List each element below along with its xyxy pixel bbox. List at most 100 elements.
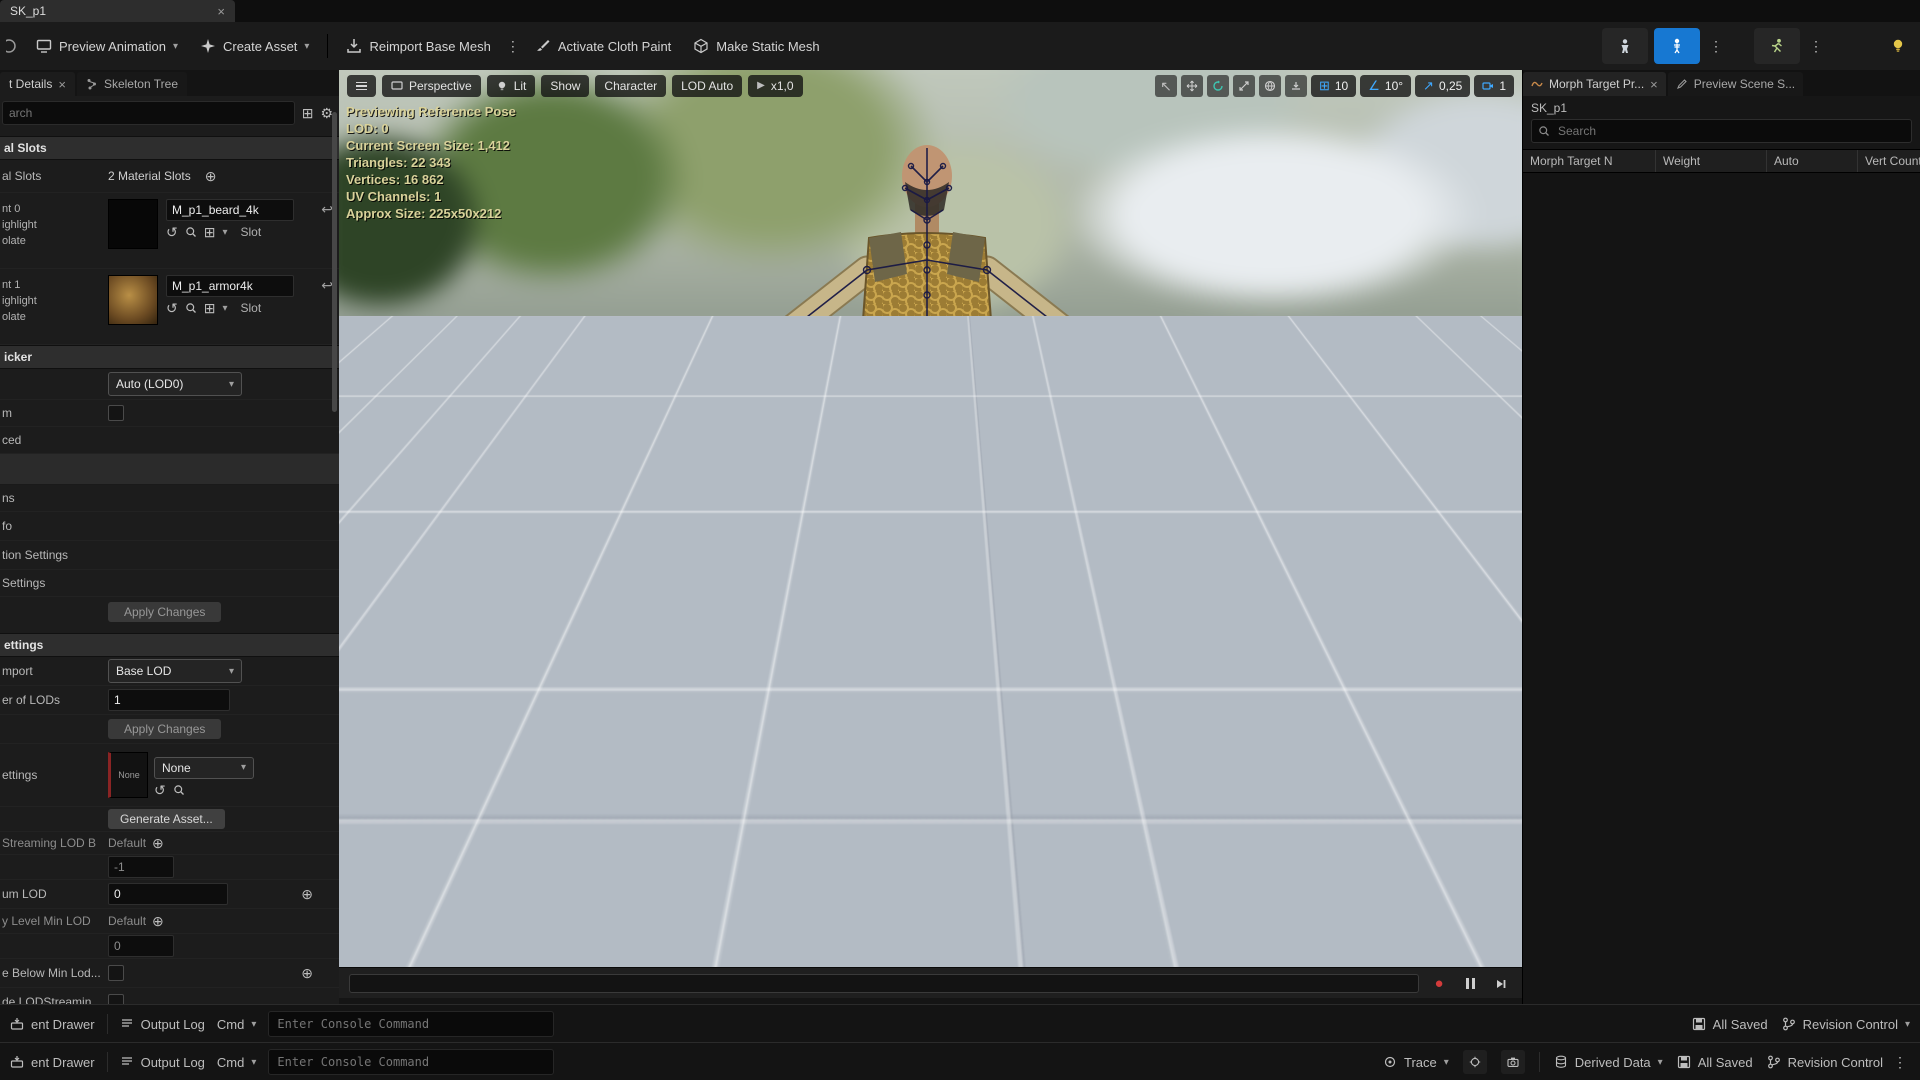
revision-kebab-icon[interactable]: ⋮ — [1890, 1054, 1910, 1071]
reimport-base-mesh-button[interactable]: Reimport Base Mesh — [336, 29, 500, 63]
add-material-slot-icon[interactable]: ⊕ — [205, 169, 217, 183]
use-selected-icon[interactable]: ↺ — [166, 225, 178, 239]
morph-table-body[interactable] — [1523, 173, 1920, 1004]
browse-icon[interactable] — [185, 302, 197, 314]
column-auto[interactable]: Auto — [1767, 150, 1858, 172]
tab-close-icon[interactable]: × — [58, 77, 66, 92]
below-min-lod-checkbox[interactable] — [108, 965, 124, 981]
perspective-button[interactable]: Perspective — [382, 75, 481, 97]
section-material-slots[interactable]: al Slots — [0, 136, 339, 160]
step-forward-button[interactable] — [1490, 973, 1512, 995]
lod-auto-button[interactable]: LOD Auto — [672, 75, 743, 97]
surface-snap-icon[interactable] — [1284, 75, 1307, 97]
mannequin-mode-button[interactable] — [1602, 28, 1648, 64]
move-tool-icon[interactable] — [1180, 75, 1203, 97]
character-button[interactable]: Character — [595, 75, 667, 97]
content-drawer-button[interactable]: ent Drawer — [10, 1017, 95, 1032]
tab-asset-details[interactable]: t Details × — [0, 72, 75, 96]
chevron-down-icon[interactable]: ▾ — [222, 227, 227, 238]
make-static-mesh-button[interactable]: Make Static Mesh — [683, 29, 829, 63]
morph-search-box[interactable] — [1531, 119, 1912, 143]
scale-tool-icon[interactable] — [1232, 75, 1255, 97]
use-selected-icon[interactable]: ↺ — [166, 301, 178, 315]
console-command-input[interactable] — [268, 1049, 555, 1075]
tab-morph-target-preview[interactable]: Morph Target Pr... × — [1523, 72, 1666, 96]
target-tool-button[interactable] — [1462, 1050, 1487, 1074]
material-name-field[interactable] — [166, 199, 294, 221]
display-grid-icon[interactable]: ⊞ — [302, 106, 314, 120]
trace-button[interactable]: Trace ▾ — [1383, 1055, 1449, 1070]
scale-snap-control[interactable]: ↗ 0,25 — [1415, 75, 1471, 97]
use-selected-icon[interactable]: ↺ — [154, 783, 166, 797]
preview-viewport[interactable]: Perspective Lit Show Character LOD Auto … — [339, 70, 1522, 1004]
rotation-snap-control[interactable]: ∠ 10° — [1360, 75, 1412, 97]
lod-import-dropdown[interactable]: Base LOD ▾ — [108, 659, 242, 683]
pause-button[interactable] — [1459, 973, 1481, 995]
cmd-selector[interactable]: Cmd ▾ — [217, 1055, 256, 1070]
grid-snap-control[interactable]: ⊞ 10 — [1310, 75, 1357, 97]
browse-icon[interactable] — [173, 784, 185, 796]
streaming-lod-bias-input[interactable] — [108, 856, 174, 878]
tab-close-icon[interactable]: × — [1650, 77, 1658, 92]
tab-preview-scene-settings[interactable]: Preview Scene S... — [1667, 72, 1804, 96]
lod-picker-dropdown[interactable]: Auto (LOD0) ▾ — [108, 372, 242, 396]
apply-changes-button[interactable]: Apply Changes — [108, 602, 222, 622]
reimport-options-kebab-icon[interactable]: ⋮ — [503, 38, 523, 55]
generate-asset-button[interactable]: Generate Asset... — [108, 809, 225, 829]
timeline-scrubber[interactable] — [349, 974, 1419, 993]
ideas-bulb-button[interactable] — [1890, 38, 1914, 54]
output-log-button[interactable]: Output Log — [120, 1017, 205, 1032]
revision-control-button[interactable]: Revision Control ⋮ — [1767, 1054, 1910, 1071]
pick-asset-icon[interactable]: ⊞ — [204, 301, 216, 315]
revision-control-button[interactable]: Revision Control ▾ — [1782, 1017, 1910, 1032]
screenshot-tool-button[interactable] — [1500, 1050, 1525, 1074]
browse-icon[interactable] — [185, 226, 197, 238]
add-override-icon[interactable]: ⊕ — [301, 887, 313, 901]
record-button[interactable]: ● — [1428, 973, 1450, 995]
viewport-menu-button[interactable] — [347, 75, 376, 97]
playback-speed-button[interactable]: ▶ x1,0 — [748, 75, 803, 97]
derived-data-button[interactable]: Derived Data ▾ — [1554, 1055, 1663, 1070]
column-weight[interactable]: Weight — [1656, 150, 1767, 172]
column-morph-target-name[interactable]: Morph Target N — [1523, 150, 1656, 172]
animation-options-kebab-icon[interactable]: ⋮ — [1806, 38, 1826, 55]
save-status[interactable]: All Saved — [1677, 1055, 1753, 1070]
material-thumbnail-beard[interactable] — [108, 199, 158, 249]
custom-checkbox[interactable] — [108, 405, 124, 421]
tab-sk-p1[interactable]: SK_p1 × — [0, 0, 235, 22]
viewport-scene[interactable]: Perspective Lit Show Character LOD Auto … — [339, 70, 1522, 967]
animation-mode-button[interactable] — [1754, 28, 1800, 64]
material-thumbnail-armor[interactable] — [108, 275, 158, 325]
details-search-input[interactable] — [2, 101, 295, 125]
add-override-icon[interactable]: ⊕ — [152, 836, 164, 850]
save-status[interactable]: All Saved — [1692, 1017, 1768, 1032]
material-name-field[interactable] — [166, 275, 294, 297]
console-command-input[interactable] — [268, 1011, 555, 1037]
chevron-down-icon[interactable]: ▾ — [222, 303, 227, 314]
select-tool-icon[interactable]: ↖ — [1154, 75, 1177, 97]
column-vert-count[interactable]: Vert Count — [1858, 150, 1920, 172]
add-override-icon[interactable]: ⊕ — [152, 914, 164, 928]
camera-speed-control[interactable]: 1 — [1474, 75, 1514, 97]
quality-min-lod-input[interactable] — [108, 935, 174, 957]
minimum-lod-input[interactable] — [108, 883, 228, 905]
apply-changes-button[interactable]: Apply Changes — [108, 719, 222, 739]
show-button[interactable]: Show — [541, 75, 590, 97]
section-lod-picker[interactable]: icker — [0, 345, 339, 369]
rotate-tool-icon[interactable] — [1206, 75, 1229, 97]
preview-animation-button[interactable]: Preview Animation ▾ — [26, 29, 188, 63]
tab-close-icon[interactable]: × — [217, 4, 225, 19]
world-local-toggle-icon[interactable] — [1258, 75, 1281, 97]
left-panel-scrollbar[interactable] — [332, 112, 337, 412]
override-lod-streaming-checkbox[interactable] — [108, 994, 124, 1004]
pick-asset-icon[interactable]: ⊞ — [204, 225, 216, 239]
output-log-button[interactable]: Output Log — [120, 1055, 205, 1070]
lit-button[interactable]: Lit — [486, 75, 536, 97]
skeleton-options-kebab-icon[interactable]: ⋮ — [1706, 38, 1726, 55]
create-asset-button[interactable]: Create Asset ▾ — [190, 29, 319, 63]
lod-settings-thumbnail[interactable]: None — [108, 752, 148, 798]
tab-skeleton-tree[interactable]: Skeleton Tree — [76, 72, 187, 96]
add-override-icon[interactable]: ⊕ — [301, 966, 313, 980]
activate-cloth-paint-button[interactable]: Activate Cloth Paint — [525, 29, 681, 63]
cmd-selector[interactable]: Cmd ▾ — [217, 1017, 256, 1032]
